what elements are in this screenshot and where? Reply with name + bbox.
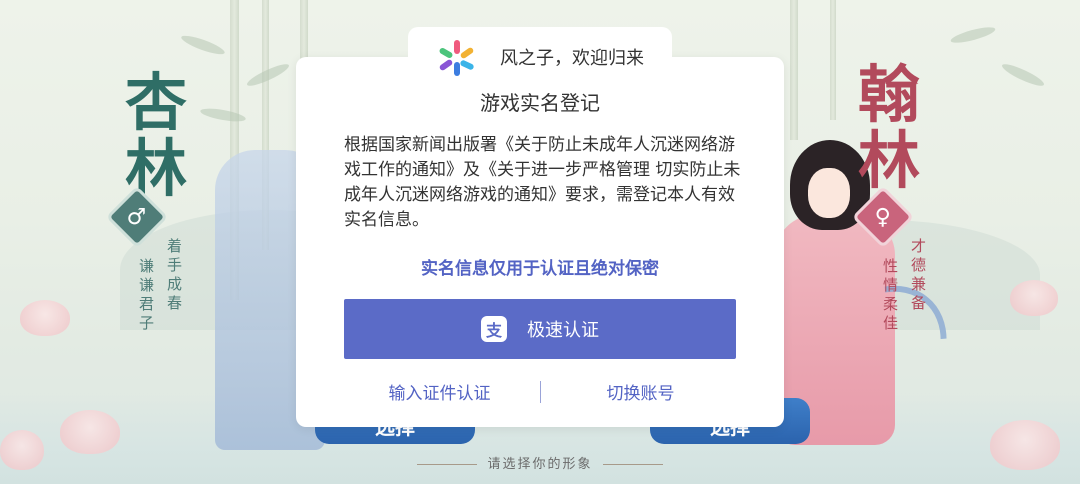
dialog-body: 根据国家新闻出版署《关于防止未成年人沉迷网络游戏工作的通知》及《关于进一步严格管… [344,135,741,230]
real-name-dialog: 游戏实名登记 根据国家新闻出版署《关于防止未成年人沉迷网络游戏工作的通知》及《关… [0,0,1080,484]
pinwheel-logo-icon [438,40,476,76]
dialog-links: 输入证件认证 切换账号 [296,379,784,404]
dialog-title: 游戏实名登记 [480,91,600,115]
switch-account-link[interactable]: 切换账号 [541,379,741,404]
welcome-text: 风之子，欢迎归来 [500,48,644,69]
alipay-icon: 支 [481,316,507,342]
fast-verify-label: 极速认证 [527,320,599,341]
id-verify-link[interactable]: 输入证件认证 [340,379,540,404]
fast-verify-button[interactable]: 支 极速认证 [344,299,736,359]
dialog-panel: 游戏实名登记 根据国家新闻出版署《关于防止未成年人沉迷网络游戏工作的通知》及《关… [296,57,784,427]
welcome-bar: 风之子，欢迎归来 [408,27,672,87]
privacy-notice: 实名信息仅用于认证且绝对保密 [421,259,659,279]
